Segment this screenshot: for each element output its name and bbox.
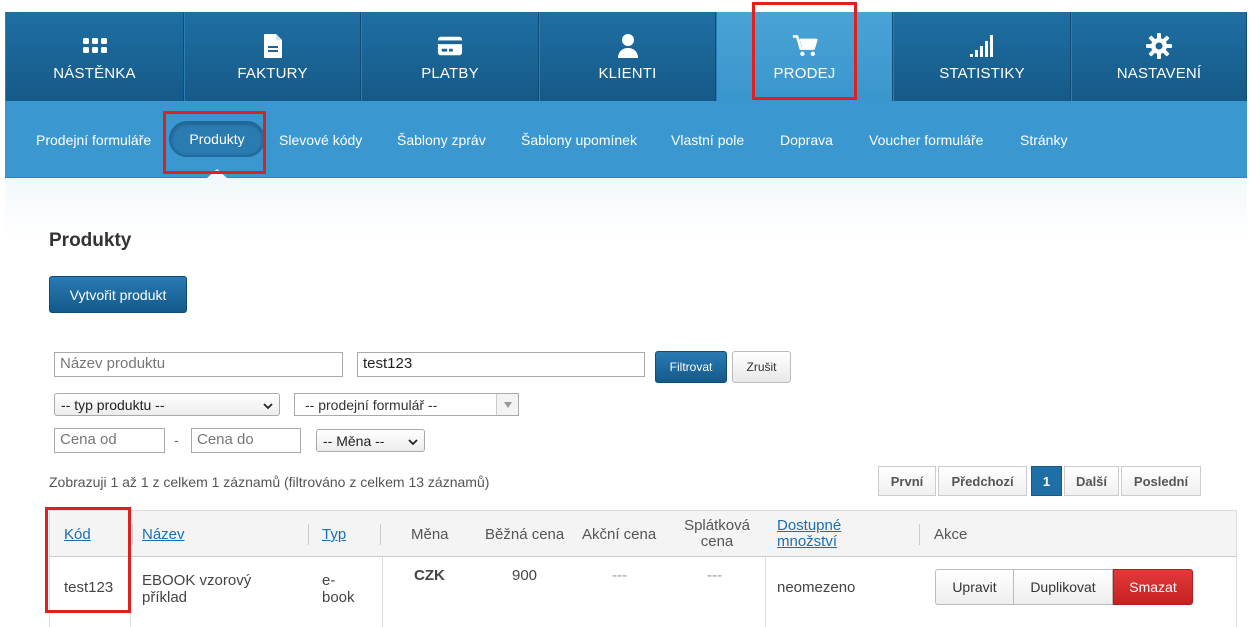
product-name-input[interactable]: Název produktu (54, 352, 343, 377)
subnav-item-doprava[interactable]: Doprava (780, 132, 833, 148)
col-currency: Měna (411, 526, 449, 543)
page-title: Produkty (49, 230, 132, 251)
cell-name-line2: příklad (142, 589, 188, 606)
chevron-down-icon (263, 397, 273, 413)
subnav-item-stranky[interactable]: Stránky (1020, 132, 1067, 148)
credit-card-icon (437, 33, 463, 59)
cell-currency: CZK (414, 567, 445, 584)
select-value: -- prodejní formulář -- (305, 396, 438, 413)
products-table: Kód Název Typ Měna Běžná cena Akční cena… (49, 510, 1237, 627)
pager-page-1[interactable]: 1 (1031, 466, 1062, 496)
pager-first[interactable]: První (878, 466, 936, 496)
filter-button[interactable]: Filtrovat (655, 351, 727, 383)
cell-code: test123 (64, 579, 114, 596)
tab-label: NASTAVENÍ (1116, 65, 1202, 82)
cell-type-line1: e- (322, 572, 336, 589)
select-value: -- Měna -- (323, 432, 385, 449)
cell-name-line1: EBOOK vzorový (142, 572, 252, 589)
table-header: Kód Název Typ Měna Běžná cena Akční cena… (49, 510, 1237, 557)
tab-klienti[interactable]: KLIENTI (539, 12, 716, 101)
sales-form-select[interactable]: -- prodejní formulář -- (294, 393, 519, 416)
tab-statistiky[interactable]: STATISTIKY (893, 12, 1071, 101)
col-quantity-line2: množství (777, 533, 838, 550)
col-sale-price: Akční cena (582, 526, 657, 543)
tab-label: STATISTIKY (939, 65, 1025, 82)
col-code[interactable]: Kód (64, 527, 91, 543)
cart-icon (792, 33, 818, 59)
subnav-item-produkty[interactable]: Produkty (169, 121, 265, 157)
subnav-item-slevove-kody[interactable]: Slevové kódy (279, 132, 362, 148)
pager-next[interactable]: Další (1064, 466, 1119, 496)
subnav-item-prodejni-formulare[interactable]: Prodejní formuláře (36, 132, 151, 148)
tab-label: FAKTURY (237, 65, 308, 82)
document-icon (260, 33, 286, 59)
subnav-item-vlastni-pole[interactable]: Vlastní pole (671, 132, 744, 148)
col-price: Běžná cena (485, 526, 565, 543)
search-input[interactable]: test123 (357, 352, 645, 377)
subnav-item-sablony-upominek[interactable]: Šablony upomínek (521, 132, 637, 148)
product-type-select[interactable]: -- typ produktu -- (54, 393, 280, 416)
col-installment: Splátková cena (677, 518, 757, 550)
cell-installment: --- (707, 567, 722, 584)
pagination: První Předchozí 1 Další Poslední (878, 466, 1201, 496)
select-value: -- typ produktu -- (61, 396, 165, 413)
subnav-item-sablony-zprav[interactable]: Šablony zpráv (397, 132, 486, 148)
price-range-separator: - (174, 432, 179, 448)
main-content: Produkty Vytvořit produkt Název produktu… (5, 178, 1247, 627)
row-actions: Upravit Duplikovat Smazat (935, 569, 1193, 605)
cell-type-line2: book (322, 589, 355, 606)
edit-button[interactable]: Upravit (935, 569, 1014, 605)
caret-down-icon (496, 394, 518, 415)
tab-label: PRODEJ (773, 65, 836, 82)
cell-type: e- book (322, 572, 355, 606)
cell-sale-price: --- (612, 567, 627, 584)
cell-name: EBOOK vzorový příklad (142, 572, 251, 606)
tab-prodej[interactable]: PRODEJ (716, 12, 893, 101)
create-product-button[interactable]: Vytvořit produkt (49, 276, 187, 313)
pager-last[interactable]: Poslední (1121, 466, 1201, 496)
dashboard-icon (82, 33, 108, 59)
col-type[interactable]: Typ (322, 527, 346, 543)
currency-select[interactable]: -- Měna -- (316, 429, 425, 452)
tab-faktury[interactable]: FAKTURY (184, 12, 361, 101)
pager-previous[interactable]: Předchozí (938, 466, 1027, 496)
cell-quantity: neomezeno (777, 579, 856, 596)
tab-nastaveni[interactable]: NASTAVENÍ (1071, 12, 1247, 101)
tab-nastenka[interactable]: NÁSTĚNKA (5, 12, 184, 101)
sub-nav: Prodejní formuláře Produkty Slevové kódy… (5, 101, 1247, 179)
tab-label: KLIENTI (598, 65, 657, 82)
delete-button[interactable]: Smazat (1113, 569, 1193, 605)
chevron-down-icon (408, 433, 418, 449)
tab-label: NÁSTĚNKA (53, 65, 136, 82)
main-nav: NÁSTĚNKA FAKTURY PLATBY KLIENTI PRODEJ S… (5, 12, 1247, 101)
reset-button[interactable]: Zrušit (732, 351, 791, 383)
records-info: Zobrazuji 1 až 1 z celkem 1 záznamů (fil… (49, 474, 490, 490)
tab-platby[interactable]: PLATBY (361, 12, 539, 101)
col-quantity-line1: Dostupné (777, 517, 842, 534)
tab-label: PLATBY (421, 65, 479, 82)
col-name[interactable]: Název (142, 527, 185, 543)
col-installment-line1: Splátková (684, 517, 750, 534)
subnav-item-voucher-formulare[interactable]: Voucher formuláře (869, 132, 983, 148)
table-row: test123 EBOOK vzorový příklad e- book CZ… (49, 557, 1237, 627)
price-to-input[interactable]: Cena do (191, 428, 301, 453)
gear-icon (1146, 33, 1172, 59)
cell-price: 900 (512, 567, 538, 584)
duplicate-button[interactable]: Duplikovat (1014, 569, 1113, 605)
col-installment-line2: cena (700, 533, 734, 550)
col-quantity[interactable]: Dostupné množství (777, 518, 841, 550)
price-from-input[interactable]: Cena od (54, 428, 165, 453)
user-icon (615, 33, 641, 59)
bar-signal-icon (969, 33, 995, 59)
col-actions: Akce (934, 526, 968, 543)
